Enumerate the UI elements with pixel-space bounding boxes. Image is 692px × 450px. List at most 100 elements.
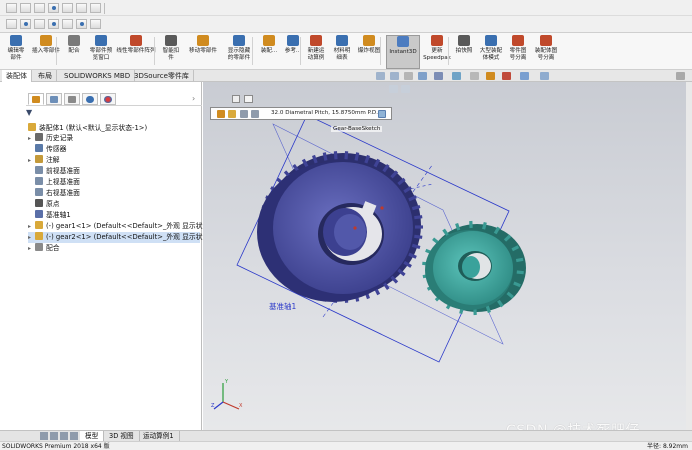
tree-item[interactable]: ▸ (-) gear2<1> (Default<<Default>_外观 显示状 [28,232,203,243]
tab-motion-study[interactable]: 运动算例1 [138,431,180,441]
customize-icon[interactable] [90,19,101,29]
ribbon-button-part-number[interactable]: 零件图 号分离 [506,35,530,69]
dimension-tooltip[interactable]: 32.0 Diametral Pitch, 15.8750mm P.D. [210,107,392,120]
tree-item[interactable]: ▸ (-) gear1<1> (Default<<Default>_外观 显示状 [28,221,203,232]
tree-item[interactable]: ▸ 注解 [28,155,200,166]
redo-icon[interactable] [76,3,87,13]
print-icon[interactable] [48,3,59,13]
tab-3d-views[interactable]: 3D 视图 [104,431,140,441]
filter-icon[interactable]: ▼ [26,108,32,117]
zoom-fit-icon[interactable] [376,72,385,80]
ribbon-button-insert-component[interactable]: 插入零部件 [30,35,62,69]
gear2-model[interactable] [422,220,526,316]
zoom-area-icon[interactable] [390,72,399,80]
tab-layout[interactable]: 布局 [34,70,57,82]
tree-item[interactable]: 传感器 [28,144,200,154]
ribbon-button-exploded-view[interactable]: 爆炸视图 [355,35,383,69]
close-tooltip-icon[interactable] [378,110,386,118]
save-icon[interactable] [34,3,45,13]
expand-arrow-icon[interactable]: ▸ [28,134,35,144]
ribbon-button-assembly-number[interactable]: 装配体图 号分离 [531,35,561,69]
view-settings-icon[interactable] [520,72,529,80]
tab-assembly[interactable]: 装配体 [2,70,32,82]
rebuild-icon[interactable] [90,3,101,13]
prev-tab-button[interactable] [50,432,58,440]
bottom-tabs: 模型 3D 视图 运动算例1 [0,430,692,441]
smart-fastener-icon [165,35,177,46]
ribbon-button-linear-pattern[interactable]: 线性零部件阵列 [116,35,156,69]
speedpak-icon [431,35,443,46]
tree-item[interactable]: ▸ 配合 [28,243,200,254]
tree-item[interactable]: 上视基准面 [28,177,200,187]
tab-model[interactable]: 模型 [80,431,105,441]
options-icon[interactable] [62,19,73,29]
select-icon[interactable] [6,19,17,29]
tree-root-assembly[interactable]: 装配体1 (默认<默认_显示状态-1>) [28,123,147,133]
ribbon-button-snapshot[interactable]: 拍快照 [453,35,475,69]
edit-appearance-icon[interactable] [486,72,495,80]
ribbon-button-label: 爆炸视图 [357,48,381,54]
first-tab-button[interactable] [40,432,48,440]
expand-toolbar-icon[interactable] [676,72,685,80]
graphics-area[interactable]: 32.0 Diametral Pitch, 15.8750mm P.D. Gea… [203,82,692,430]
gear-tooth [322,152,328,161]
tree-item[interactable]: 原点 [28,199,200,209]
hide-show-items-icon[interactable] [470,72,479,80]
expand-arrow-icon[interactable]: ▸ [28,233,35,243]
tab-mbd[interactable]: SOLIDWORKS MBD [60,70,136,82]
undo-icon[interactable] [62,3,73,13]
display-style-icon[interactable] [452,72,461,80]
expand-arrow-icon[interactable]: ▸ [28,156,35,166]
ribbon-button-instant3d[interactable]: Instant3D [386,35,420,69]
tree-item[interactable]: 右视基准面 [28,188,200,198]
ribbon-button-mate[interactable]: 配合 [64,35,84,69]
arrow-icon[interactable] [34,19,45,29]
section-view-icon[interactable] [418,72,427,80]
linear-pattern-icon [130,35,142,46]
tree-item[interactable]: 前视基准面 [28,166,200,176]
appearance-icon [104,96,112,103]
ribbon-button-show-hidden[interactable]: 显示隐藏 的零部件 [222,35,256,69]
tree-item[interactable]: 基准轴1 [28,210,200,220]
open-file-icon[interactable] [20,3,31,13]
tab-dimxpert[interactable] [82,93,98,105]
tab-feature-tree[interactable] [28,93,44,105]
tab-3dsource[interactable]: 3DSource零件库 [130,70,194,82]
tab-configuration-manager[interactable] [64,93,80,105]
expand-arrow-icon[interactable]: ▸ [28,244,35,254]
tree-item[interactable]: ▸ 历史记录 [28,133,200,144]
apply-scene-icon[interactable] [502,72,511,80]
new-file-icon[interactable] [6,3,17,13]
gear-assembly-model[interactable] [203,82,692,430]
sketch-icon[interactable] [20,19,31,29]
chevron-right-icon[interactable]: › [192,94,195,103]
plane-icon [35,188,43,196]
exploded-view-icon [363,35,375,46]
tab-property-manager[interactable] [46,93,62,105]
ribbon-button-smart-fastener[interactable]: 智能扣件 [158,35,184,69]
tree-item-label: (-) gear2<1> (Default<<Default>_外观 显示状 [46,233,203,241]
tree-item-label: 历史记录 [46,134,74,142]
property-manager-icon [50,96,58,103]
ribbon-button-bom[interactable]: 材料明 细表 [330,35,354,69]
assembly-icon [28,123,36,131]
ribbon-button-edit-component[interactable]: 编辑零 部件 [4,35,28,69]
grid-icon[interactable] [76,19,87,29]
last-tab-button[interactable] [70,432,78,440]
view-orientation-icon[interactable] [434,72,443,80]
next-tab-button[interactable] [60,432,68,440]
ribbon-button-preview-window[interactable]: 零部件预 览窗口 [88,35,114,69]
status-product-version: SOLIDWORKS Premium 2018 x64 版 [2,443,110,450]
ribbon-button-move-component[interactable]: 移动零部件 [186,35,220,69]
ribbon-button-motion-study[interactable]: 新建运 动算例 [304,35,328,69]
ribbon-button-assembly-features[interactable]: 装配... [258,35,280,69]
expand-arrow-icon[interactable]: ▸ [28,222,35,232]
tab-display-manager[interactable] [100,93,116,105]
gear1-model[interactable] [257,151,423,303]
display-manager-icon[interactable] [540,72,549,80]
command-manager-ribbon: 编辑零 部件 插入零部件 配合 零部件预 览窗口 线性零部件阵列 智能扣件移动零部件 显示隐藏的… [0,33,692,70]
ribbon-button-large-assembly[interactable]: 大型装配 体模式 [477,35,505,69]
assembly-number-icon [540,35,552,46]
previous-view-icon[interactable] [404,72,413,80]
settings-icon[interactable] [48,19,59,29]
